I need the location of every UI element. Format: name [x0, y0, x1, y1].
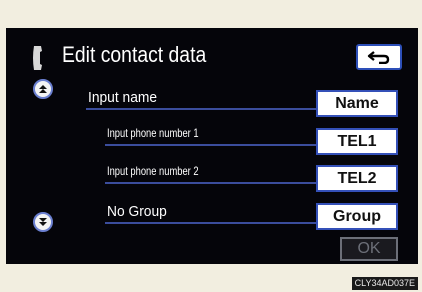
ok-button[interactable]: OK: [340, 237, 398, 261]
row-label-phone-1: Input phone number 1: [107, 126, 199, 140]
tel2-button[interactable]: TEL2: [316, 165, 398, 192]
row-divider: [86, 108, 318, 110]
return-arrow-icon: [367, 51, 390, 64]
nav-screen: Edit contact data Input name Name Input …: [6, 28, 418, 264]
group-button[interactable]: Group: [316, 203, 398, 230]
name-button[interactable]: Name: [316, 90, 398, 117]
double-chevron-down-icon: [39, 218, 47, 226]
row-label-input-name: Input name: [88, 89, 158, 106]
row-divider: [105, 144, 318, 146]
double-chevron-up-icon: [39, 85, 47, 93]
tel1-button[interactable]: TEL1: [316, 128, 398, 155]
back-button[interactable]: [356, 44, 402, 70]
row-divider: [105, 182, 318, 184]
row-label-group: No Group: [107, 203, 167, 220]
page-title: Edit contact data: [62, 42, 207, 67]
image-code: CLY34AD037E: [351, 277, 418, 290]
scroll-up-button[interactable]: [33, 79, 53, 99]
row-divider: [105, 222, 318, 224]
scroll-down-button[interactable]: [33, 212, 53, 232]
phone-handset-icon: [33, 46, 42, 70]
row-label-phone-2: Input phone number 2: [107, 164, 199, 178]
